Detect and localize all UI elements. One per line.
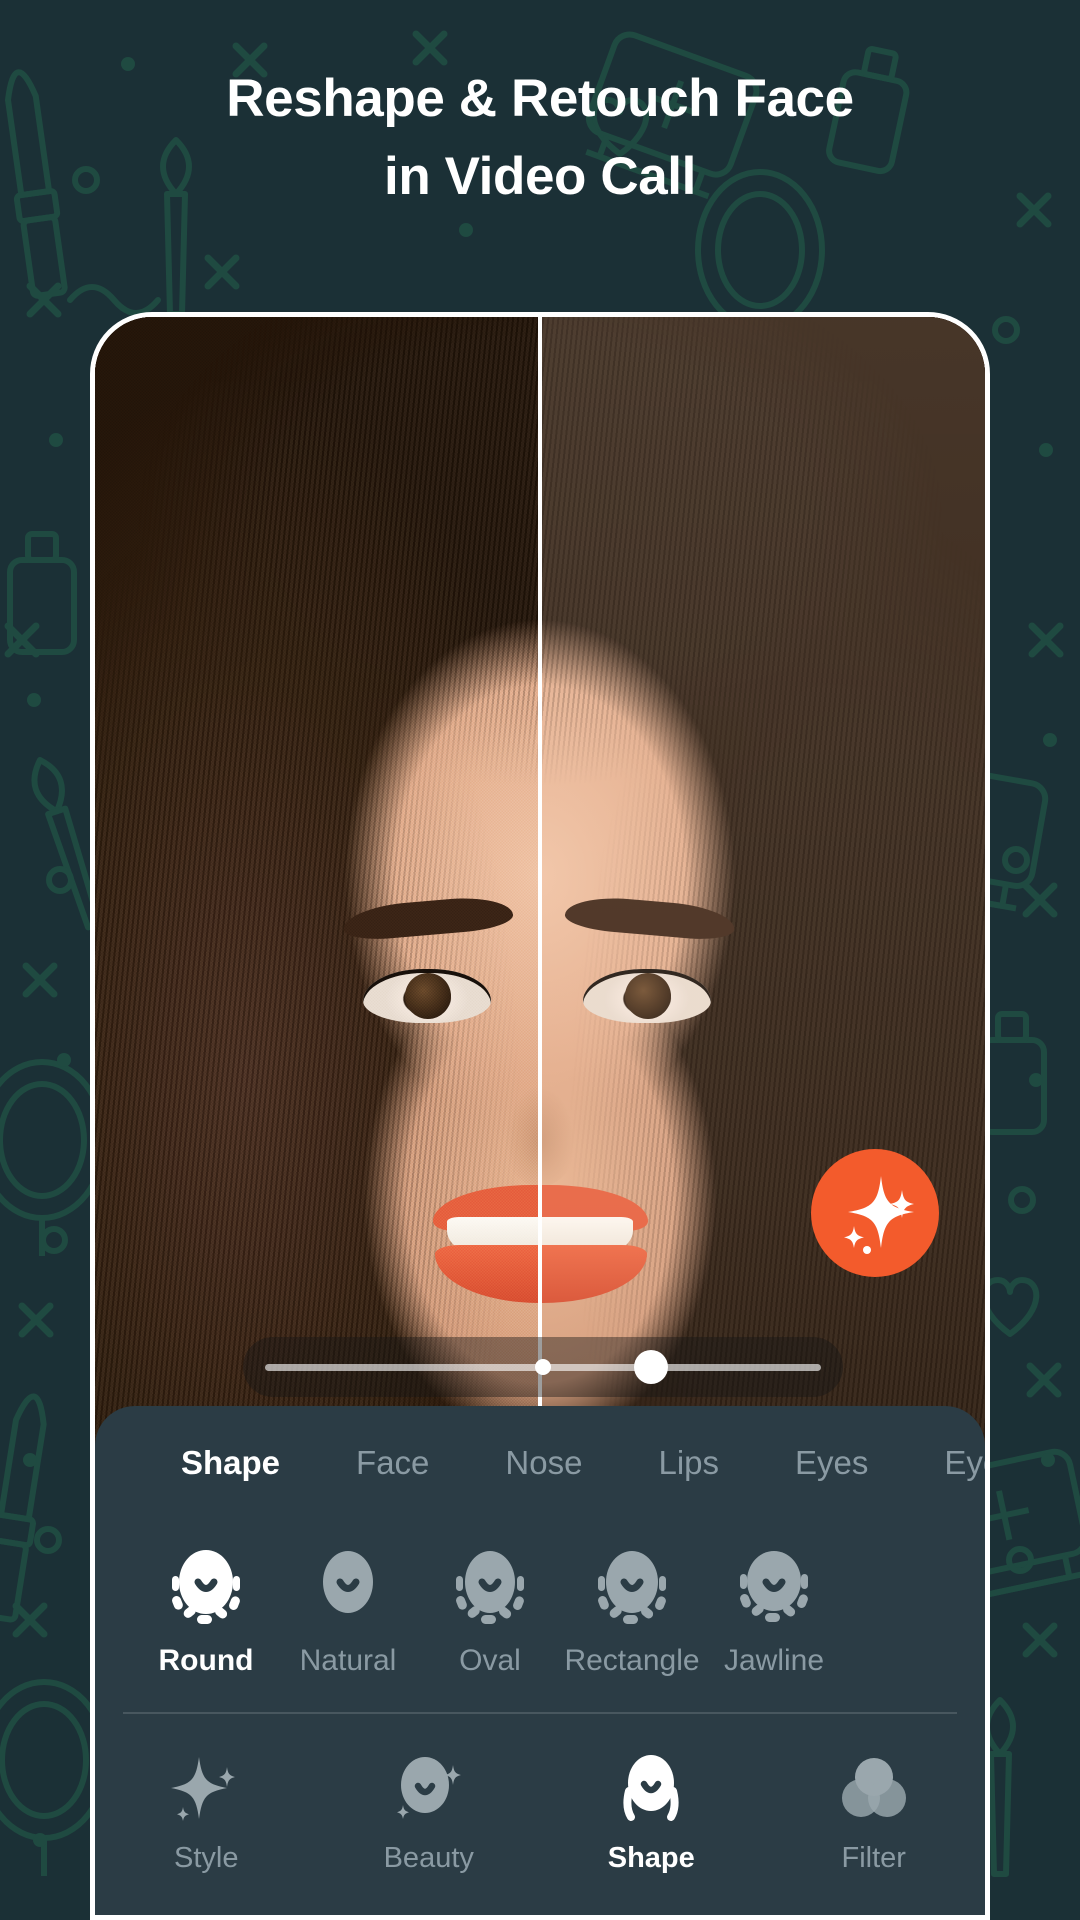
shape-face-icon xyxy=(540,1748,763,1832)
tab-nose[interactable]: Nose xyxy=(467,1444,620,1482)
shape-option-oval[interactable]: Oval xyxy=(419,1548,561,1678)
face-shape-rectangle-icon xyxy=(561,1548,703,1628)
intensity-slider[interactable] xyxy=(243,1337,843,1397)
tab-face[interactable]: Face xyxy=(318,1444,467,1482)
nav-item-style[interactable]: Style xyxy=(95,1748,318,1875)
feature-tab-bar[interactable]: Shape Face Nose Lips Eyes Eyebrow xyxy=(95,1406,985,1482)
filter-circles-icon xyxy=(763,1748,986,1832)
shape-preset-list[interactable]: Round Natural Oval Rectangle Jawline xyxy=(95,1482,985,1712)
editor-control-panel: Shape Face Nose Lips Eyes Eyebrow xyxy=(95,1406,985,1915)
tab-eyes[interactable]: Eyes xyxy=(757,1444,906,1482)
slider-thumb[interactable] xyxy=(634,1350,668,1384)
face-shape-jawline-icon xyxy=(703,1548,845,1628)
face-shape-natural-icon xyxy=(277,1548,419,1628)
shape-option-jawline[interactable]: Jawline xyxy=(703,1548,845,1678)
tab-lips[interactable]: Lips xyxy=(620,1444,757,1482)
shape-option-natural[interactable]: Natural xyxy=(277,1548,419,1678)
slider-center-marker xyxy=(535,1359,551,1375)
enhance-button[interactable] xyxy=(811,1149,939,1277)
beauty-face-icon xyxy=(318,1748,541,1832)
tab-eyebrow[interactable]: Eyebrow xyxy=(906,1444,985,1482)
shape-option-round[interactable]: Round xyxy=(135,1548,277,1678)
face-shape-round-icon xyxy=(135,1548,277,1628)
headline-line-1: Reshape & Retouch Face xyxy=(226,69,854,128)
nav-item-filter[interactable]: Filter xyxy=(763,1748,986,1875)
sparkle-icon xyxy=(95,1748,318,1832)
page-title: Reshape & Retouch Face in Video Call xyxy=(0,60,1080,216)
sparkle-icon xyxy=(844,1176,914,1254)
tab-shape[interactable]: Shape xyxy=(143,1444,318,1482)
face-shape-oval-icon xyxy=(419,1548,561,1628)
headline-line-2: in Video Call xyxy=(384,146,696,206)
bottom-navigation[interactable]: Style Beauty Shape Filter xyxy=(95,1714,985,1915)
phone-mockup-frame: Shape Face Nose Lips Eyes Eyebrow xyxy=(90,312,990,1920)
nav-item-beauty[interactable]: Beauty xyxy=(318,1748,541,1875)
nav-item-shape[interactable]: Shape xyxy=(540,1748,763,1875)
shape-option-rectangle[interactable]: Rectangle xyxy=(561,1548,703,1678)
